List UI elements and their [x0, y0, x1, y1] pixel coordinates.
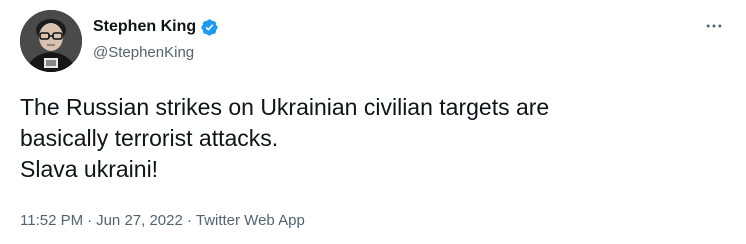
meta-separator: · — [87, 212, 93, 229]
tweet-card: Stephen King @StephenKing The Russian st… — [0, 0, 746, 244]
tweet-source[interactable]: Twitter Web App — [196, 211, 305, 231]
author-display-name[interactable]: Stephen King — [93, 17, 196, 37]
meta-separator: · — [186, 212, 192, 229]
tweet-date[interactable]: Jun 27, 2022 — [96, 211, 183, 231]
avatar[interactable] — [20, 10, 82, 72]
more-options-button[interactable] — [702, 14, 726, 38]
tweet-time[interactable]: 11:52 PM — [20, 211, 83, 231]
author-name-row: Stephen King — [93, 16, 219, 38]
tweet-metadata: 11:52 PM · Jun 27, 2022 · Twitter Web Ap… — [20, 211, 305, 231]
author-photo — [20, 10, 82, 72]
author-handle[interactable]: @StephenKing — [93, 43, 194, 63]
tweet-text: The Russian strikes on Ukrainian civilia… — [20, 94, 550, 182]
verified-badge-icon — [200, 18, 219, 37]
more-horizontal-icon — [706, 24, 722, 28]
